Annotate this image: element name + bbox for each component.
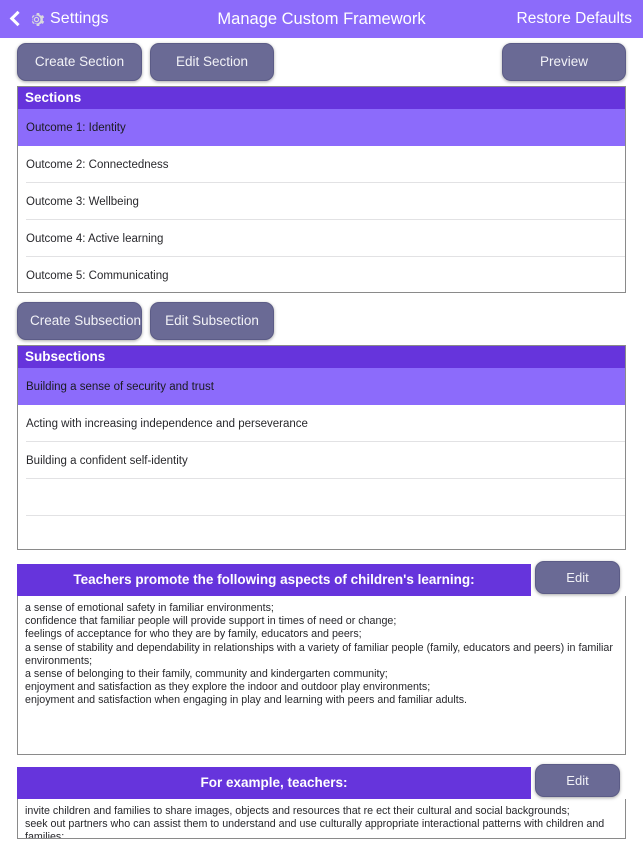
sections-list-item-1[interactable]: Outcome 2: Connectedness (18, 146, 625, 183)
chevron-left-icon[interactable] (9, 10, 23, 28)
list-item-label: Outcome 4: Active learning (26, 232, 164, 245)
edit-section-button[interactable]: Edit Section (150, 43, 274, 81)
subsections-list-item-4[interactable] (18, 516, 625, 549)
promote-section-body[interactable]: a sense of emotional safety in familiar … (17, 596, 626, 755)
restore-defaults-button[interactable]: Restore Defaults (517, 10, 643, 28)
sections-list-item-4[interactable]: Outcome 5: Communicating (18, 257, 625, 292)
back-button-label: Settings (50, 10, 109, 27)
top-navigation-bar: Settings Manage Custom Framework Restore… (0, 0, 643, 38)
list-item-label: Outcome 1: Identity (26, 121, 126, 134)
subsections-panel-header: Subsections (18, 346, 625, 368)
gear-icon (31, 12, 45, 26)
promote-section-header: Teachers promote the following aspects o… (17, 564, 531, 596)
subsections-list-item-1[interactable]: Acting with increasing independence and … (18, 405, 625, 442)
list-item-label: Outcome 5: Communicating (26, 269, 169, 282)
edit-promote-button[interactable]: Edit (535, 561, 620, 594)
edit-example-button[interactable]: Edit (535, 764, 620, 797)
subsections-panel: Subsections Building a sense of security… (17, 345, 626, 550)
example-section-header: For example, teachers: (17, 767, 531, 799)
promote-section: Teachers promote the following aspects o… (17, 561, 626, 755)
list-item-label: Outcome 3: Wellbeing (26, 195, 139, 208)
list-item-label: Acting with increasing independence and … (26, 417, 308, 430)
subsections-list-item-2[interactable]: Building a confident self-identity (18, 442, 625, 479)
edit-subsection-button[interactable]: Edit Subsection (150, 302, 274, 340)
sections-list-item-3[interactable]: Outcome 4: Active learning (18, 220, 625, 257)
create-section-button[interactable]: Create Section (17, 43, 142, 81)
create-subsection-button[interactable]: Create Subsection (17, 302, 142, 340)
example-section: For example, teachers: Edit invite child… (17, 764, 626, 839)
example-section-body[interactable]: invite children and families to share im… (17, 799, 626, 839)
list-item-label: Outcome 2: Connectedness (26, 158, 169, 171)
subsections-list-item-0[interactable]: Building a sense of security and trust (18, 368, 625, 405)
sections-panel: Sections Outcome 1: Identity Outcome 2: … (17, 86, 626, 293)
subsection-toolbar: Create Subsection Edit Subsection (0, 297, 643, 345)
section-toolbar: Create Section Edit Section Preview (0, 38, 643, 86)
list-item-label: Building a sense of security and trust (26, 380, 214, 393)
preview-button[interactable]: Preview (502, 43, 626, 81)
subsections-list-item-3[interactable] (18, 479, 625, 516)
list-item-label: Building a confident self-identity (26, 454, 188, 467)
sections-list-item-0[interactable]: Outcome 1: Identity (18, 109, 625, 146)
sections-list-item-2[interactable]: Outcome 3: Wellbeing (18, 183, 625, 220)
back-to-settings-button[interactable]: Settings (0, 10, 109, 28)
sections-panel-header: Sections (18, 87, 625, 109)
